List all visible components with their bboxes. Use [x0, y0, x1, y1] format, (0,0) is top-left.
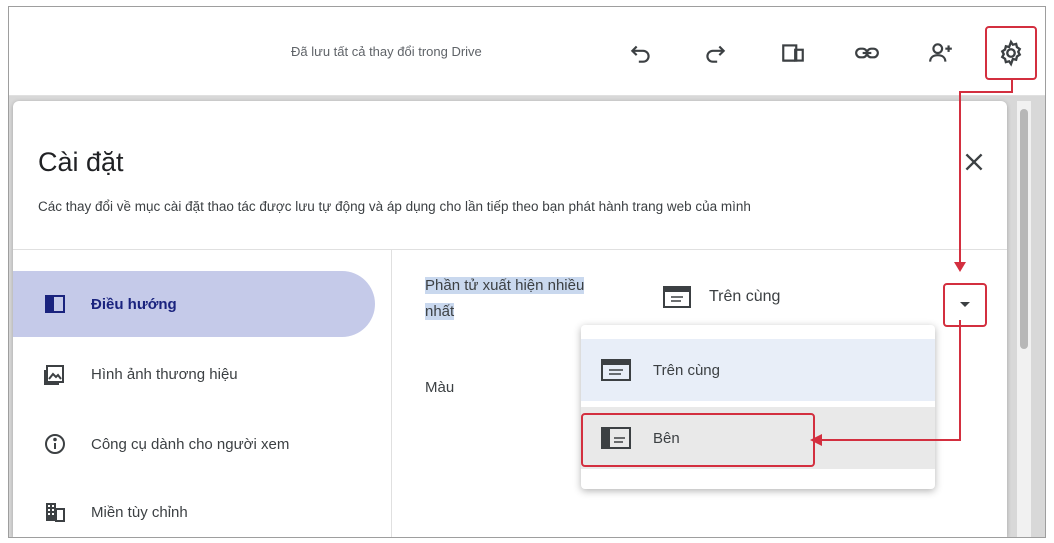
mode-value: Trên cùng — [709, 288, 781, 305]
dialog-description: Các thay đổi về mục cài đặt thao tác đượ… — [38, 199, 751, 214]
sidebar-item-label: Hình ảnh thương hiệu — [91, 365, 238, 383]
app-window: Đã lưu tất cả thay đổi trong Drive Cài đ… — [8, 6, 1046, 538]
scrollbar[interactable] — [1017, 101, 1031, 537]
sidebar-divider — [391, 250, 392, 537]
sidebar-item-label: Công cụ dành cho người xem — [91, 435, 290, 453]
color-label: Màu — [425, 379, 455, 396]
save-status: Đã lưu tất cả thay đổi trong Drive — [291, 44, 482, 59]
share-icon[interactable] — [921, 33, 961, 73]
undo-icon[interactable] — [621, 33, 661, 73]
image-icon — [41, 360, 69, 388]
scroll-thumb[interactable] — [1020, 109, 1028, 349]
close-icon — [965, 153, 983, 171]
sidebar-item-brand-images[interactable]: Hình ảnh thương hiệu — [13, 341, 375, 407]
header-divider — [13, 249, 1007, 250]
dialog-title: Cài đặt — [38, 147, 124, 177]
settings-dialog: Cài đặt Các thay đổi về mục cài đặt thao… — [13, 101, 1007, 537]
sidebar-item-navigation[interactable]: Điều hướng — [13, 271, 375, 337]
sidebar-item-viewer-tools[interactable]: Công cụ dành cho người xem — [13, 411, 375, 477]
top-toolbar: Đã lưu tất cả thay đổi trong Drive — [9, 7, 1045, 96]
dropdown-button[interactable] — [943, 283, 987, 327]
top-layout-icon — [601, 359, 631, 381]
mode-select[interactable]: Trên cùng — [663, 285, 780, 309]
info-icon — [41, 430, 69, 458]
close-button[interactable] — [959, 147, 989, 177]
navigation-icon — [41, 290, 69, 318]
gear-icon — [1000, 39, 1022, 67]
domain-icon — [41, 498, 69, 526]
top-layout-icon — [663, 286, 691, 308]
option-side-highlight — [581, 413, 815, 467]
caret-down-icon — [960, 302, 970, 307]
mode-label: Phần tử xuất hiện nhiều nhất — [425, 277, 585, 320]
link-icon[interactable] — [847, 33, 887, 73]
settings-button[interactable] — [985, 26, 1037, 80]
sidebar-item-custom-domain[interactable]: Miền tùy chỉnh — [13, 479, 375, 537]
sidebar-item-label: Miền tùy chỉnh — [91, 503, 188, 521]
option-top[interactable]: Trên cùng — [581, 339, 935, 401]
preview-icon[interactable] — [773, 33, 813, 73]
redo-icon[interactable] — [695, 33, 735, 73]
sidebar-item-label: Điều hướng — [91, 295, 177, 313]
